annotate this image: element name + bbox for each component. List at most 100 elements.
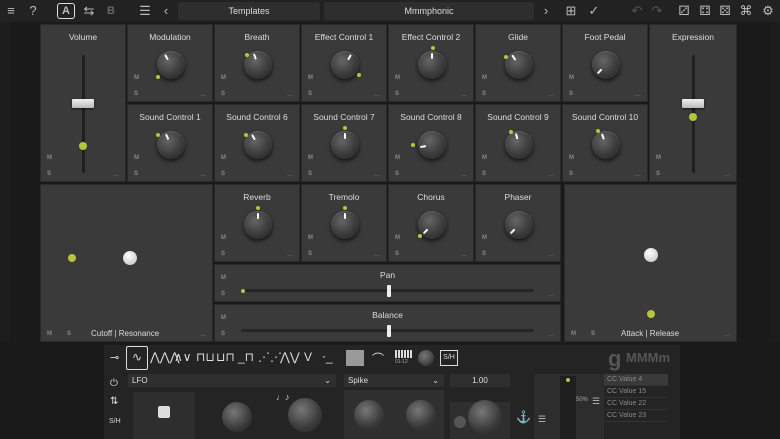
- list-icon-2[interactable]: ☰: [538, 414, 546, 425]
- amount-knob[interactable]: [468, 400, 502, 434]
- more-icon[interactable]: ...: [113, 171, 119, 178]
- shape-knob-1[interactable]: [354, 400, 384, 430]
- tremolo-knob[interactable]: [331, 211, 359, 239]
- check-icon[interactable]: ✓: [586, 3, 602, 19]
- solo-label[interactable]: S: [221, 91, 225, 97]
- mute-label[interactable]: M: [656, 155, 661, 161]
- mute-label[interactable]: M: [308, 235, 313, 241]
- sound-control-10-tile[interactable]: Sound Control 10 M S ...: [562, 104, 648, 182]
- routing-icon[interactable]: ⚓: [516, 410, 531, 424]
- decay-wave-icon[interactable]: ⌒: [372, 350, 384, 370]
- sound-control-6-knob[interactable]: [244, 131, 272, 159]
- glide-knob[interactable]: [505, 51, 533, 79]
- solo-label[interactable]: S: [221, 291, 225, 297]
- solo-label[interactable]: S: [134, 91, 138, 97]
- mute-label[interactable]: M: [395, 235, 400, 241]
- add-control-icon[interactable]: ⊞: [562, 3, 580, 19]
- square-wave-icon[interactable]: ⊓⊔: [196, 350, 215, 370]
- expression-fader-cap[interactable]: [682, 99, 704, 108]
- solo-label[interactable]: S: [591, 331, 595, 337]
- volume-fader-track[interactable]: [82, 55, 85, 173]
- more-icon[interactable]: ...: [548, 331, 554, 338]
- sh-button[interactable]: S/H: [440, 350, 458, 366]
- phaser-knob[interactable]: [505, 211, 533, 239]
- more-icon[interactable]: ...: [200, 91, 206, 98]
- effect-control-2-tile[interactable]: Effect Control 2 M S ...: [388, 24, 474, 102]
- mute-label[interactable]: M: [482, 75, 487, 81]
- redo-icon[interactable]: ↷: [650, 3, 664, 19]
- mute-label[interactable]: M: [569, 155, 574, 161]
- reverse-icon[interactable]: ⇅: [110, 396, 118, 407]
- list-sort-icon[interactable]: ☰: [136, 3, 154, 19]
- saw-down-icon[interactable]: ⋀⋁: [280, 350, 300, 370]
- prev-button[interactable]: ‹: [160, 3, 172, 19]
- sh-wave-icon[interactable]: ⋅_: [322, 350, 333, 370]
- dice-icon[interactable]: ⚂: [677, 3, 691, 19]
- mute-label[interactable]: M: [221, 75, 226, 81]
- sound-control-9-knob[interactable]: [505, 131, 533, 159]
- sound-control-1-knob[interactable]: [157, 131, 185, 159]
- shape-knob-2[interactable]: [406, 400, 436, 430]
- mute-label[interactable]: M: [47, 155, 52, 161]
- randomize-icon[interactable]: ⚄: [716, 3, 734, 19]
- lfo-depth-knob[interactable]: [418, 350, 434, 366]
- sound-control-7-knob[interactable]: [331, 131, 359, 159]
- more-icon[interactable]: ...: [374, 171, 380, 178]
- effect-control-1-tile[interactable]: Effect Control 1 M S ...: [301, 24, 387, 102]
- more-icon[interactable]: ...: [461, 251, 467, 258]
- templates-field[interactable]: Templates: [178, 2, 320, 20]
- balance-slider-handle[interactable]: [387, 325, 391, 337]
- lfo-route-icon[interactable]: ⊸: [110, 351, 126, 367]
- solo-label[interactable]: S: [221, 171, 225, 177]
- pan-slider-handle[interactable]: [387, 285, 391, 297]
- sound-control-10-knob[interactable]: [592, 131, 620, 159]
- solo-label[interactable]: S: [308, 171, 312, 177]
- foot-pedal-tile[interactable]: Foot Pedal M S ...: [562, 24, 648, 102]
- more-icon[interactable]: ...: [461, 171, 467, 178]
- more-icon[interactable]: ...: [287, 251, 293, 258]
- mute-label[interactable]: M: [221, 315, 226, 321]
- sync-icon[interactable]: [158, 406, 170, 418]
- solo-label[interactable]: S: [47, 171, 51, 177]
- more-icon[interactable]: ...: [374, 251, 380, 258]
- solo-label[interactable]: S: [308, 251, 312, 257]
- triangle-step-icon[interactable]: _⊓: [238, 350, 254, 370]
- more-icon[interactable]: ...: [461, 91, 467, 98]
- reverb-tile[interactable]: Reverb M S ...: [214, 184, 300, 262]
- cc-list-item[interactable]: CC Value 23: [604, 410, 668, 422]
- list-icon[interactable]: ☰: [592, 396, 600, 407]
- modulation-tile[interactable]: Modulation M S ...: [127, 24, 213, 102]
- sound-control-7-tile[interactable]: Sound Control 7 M S ...: [301, 104, 387, 182]
- more-icon[interactable]: ...: [548, 171, 554, 178]
- foot-pedal-knob[interactable]: [592, 51, 620, 79]
- solo-label[interactable]: S: [308, 91, 312, 97]
- attack-xy-handle[interactable]: [644, 248, 658, 262]
- more-icon[interactable]: ...: [374, 91, 380, 98]
- solo-label[interactable]: S: [134, 171, 138, 177]
- solo-label[interactable]: S: [395, 91, 399, 97]
- sound-control-6-tile[interactable]: Sound Control 6 M S ...: [214, 104, 300, 182]
- sound-control-9-tile[interactable]: Sound Control 9 M S ...: [475, 104, 561, 182]
- more-icon[interactable]: ...: [200, 331, 206, 338]
- more-icon[interactable]: ...: [635, 91, 641, 98]
- expression-tile[interactable]: Expression M S ...: [649, 24, 737, 182]
- sound-control-8-knob[interactable]: [418, 131, 446, 159]
- mute-label[interactable]: M: [221, 235, 226, 241]
- modulation-knob[interactable]: [157, 51, 185, 79]
- more-icon[interactable]: ...: [548, 91, 554, 98]
- mute-label[interactable]: M: [47, 331, 52, 337]
- solo-label[interactable]: S: [656, 171, 660, 177]
- more-icon[interactable]: ...: [548, 291, 554, 298]
- effect-control-1-knob[interactable]: [331, 51, 359, 79]
- mute-label[interactable]: M: [221, 155, 226, 161]
- sliders-icon[interactable]: ⇆: [80, 3, 98, 19]
- more-icon[interactable]: ...: [287, 171, 293, 178]
- power-icon[interactable]: ⏻: [110, 378, 118, 389]
- more-icon[interactable]: ...: [724, 331, 730, 338]
- lfo-source-dropdown[interactable]: LFO ⌄: [128, 374, 336, 387]
- solo-label[interactable]: S: [569, 91, 573, 97]
- mute-label[interactable]: M: [308, 75, 313, 81]
- preset-name-field[interactable]: Mmmphonic: [324, 2, 534, 20]
- mute-label[interactable]: M: [134, 155, 139, 161]
- menu-icon[interactable]: ≡: [4, 3, 18, 19]
